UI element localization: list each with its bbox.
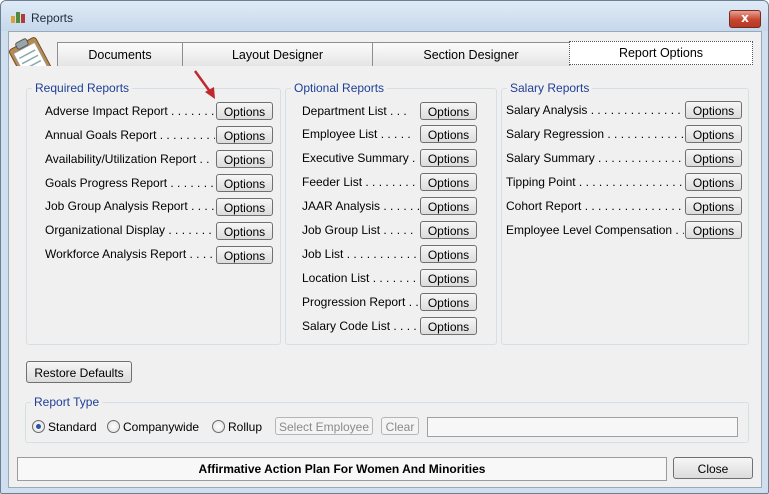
required-item-organizational-display: Organizational Display . . . . . . . . bbox=[45, 223, 215, 237]
employee-field[interactable] bbox=[427, 417, 738, 437]
optional-item-job-list: Job List . . . . . . . . . . . . bbox=[302, 247, 419, 261]
required-reports-title: Required Reports bbox=[35, 81, 130, 95]
options-button-employee-list[interactable]: Options bbox=[420, 125, 477, 143]
optional-reports-title: Optional Reports bbox=[294, 81, 385, 95]
title-bar: Reports x bbox=[1, 1, 768, 31]
required-item-annual-goals: Annual Goals Report . . . . . . . . . . bbox=[45, 128, 215, 142]
options-button-adverse-impact[interactable]: Options bbox=[216, 102, 273, 120]
salary-item-salary-summary: Salary Summary . . . . . . . . . . . . .… bbox=[506, 151, 684, 165]
standard-radio[interactable] bbox=[32, 420, 45, 433]
close-button[interactable]: Close bbox=[673, 457, 753, 479]
salary-item-employee-level-compensation: Employee Level Compensation . . bbox=[506, 223, 684, 237]
rollup-radio-label[interactable]: Rollup bbox=[228, 420, 262, 434]
companywide-radio-label[interactable]: Companywide bbox=[123, 420, 199, 434]
required-item-goals-progress: Goals Progress Report . . . . . . . . bbox=[45, 176, 215, 190]
options-button-job-list[interactable]: Options bbox=[420, 245, 477, 263]
status-bar-plan-name: Affirmative Action Plan For Women And Mi… bbox=[17, 457, 667, 481]
salary-item-salary-analysis: Salary Analysis . . . . . . . . . . . . … bbox=[506, 103, 684, 117]
tab-layout-designer[interactable]: Layout Designer bbox=[182, 42, 373, 67]
window-close-button[interactable]: x bbox=[729, 10, 761, 28]
required-item-job-group-analysis: Job Group Analysis Report . . . . bbox=[45, 199, 215, 213]
options-button-tipping-point[interactable]: Options bbox=[685, 173, 742, 191]
companywide-radio[interactable] bbox=[107, 420, 120, 433]
clear-button[interactable]: Clear bbox=[381, 417, 419, 435]
options-button-availability-utilization[interactable]: Options bbox=[216, 150, 273, 168]
required-item-availability-utilization: Availability/Utilization Report . . bbox=[45, 152, 210, 166]
options-button-department-list[interactable]: Options bbox=[420, 102, 477, 120]
salary-reports-title: Salary Reports bbox=[510, 81, 590, 95]
tab-report-options[interactable]: Report Options bbox=[569, 41, 753, 65]
reports-app-icon bbox=[11, 12, 25, 23]
optional-item-location-list: Location List . . . . . . . bbox=[302, 271, 417, 285]
standard-radio-label[interactable]: Standard bbox=[48, 420, 97, 434]
optional-item-executive-summary: Executive Summary . . bbox=[302, 151, 419, 165]
rollup-radio[interactable] bbox=[212, 420, 225, 433]
required-item-workforce-analysis: Workforce Analysis Report . . . . bbox=[45, 247, 213, 261]
select-employee-button[interactable]: Select Employee bbox=[275, 417, 373, 435]
options-button-salary-analysis[interactable]: Options bbox=[685, 101, 742, 119]
optional-item-job-group-list: Job Group List . . . . . bbox=[302, 223, 414, 237]
optional-item-employee-list: Employee List . . . . . bbox=[302, 127, 411, 141]
optional-item-jaar-analysis: JAAR Analysis . . . . . . bbox=[302, 199, 419, 213]
optional-item-feeder-list: Feeder List . . . . . . . . . bbox=[302, 175, 419, 189]
salary-item-tipping-point: Tipping Point . . . . . . . . . . . . . … bbox=[506, 175, 684, 189]
options-button-annual-goals[interactable]: Options bbox=[216, 126, 273, 144]
options-button-employee-level-compensation[interactable]: Options bbox=[685, 221, 742, 239]
salary-item-salary-regression: Salary Regression . . . . . . . . . . . … bbox=[506, 127, 684, 141]
optional-item-department-list: Department List . . . bbox=[302, 104, 407, 118]
options-button-organizational-display[interactable]: Options bbox=[216, 222, 273, 240]
reports-window: Reports x Documents Layout Designer Sect… bbox=[0, 0, 769, 494]
window-title: Reports bbox=[31, 11, 74, 25]
options-button-jaar-analysis[interactable]: Options bbox=[420, 197, 477, 215]
tab-documents[interactable]: Documents bbox=[57, 42, 183, 67]
required-item-adverse-impact: Adverse Impact Report . . . . . . . . . bbox=[45, 104, 215, 118]
pointer-arrow-icon bbox=[193, 70, 215, 99]
tab-section-designer[interactable]: Section Designer bbox=[372, 42, 570, 67]
restore-defaults-button[interactable]: Restore Defaults bbox=[26, 361, 132, 383]
options-button-job-group-list[interactable]: Options bbox=[420, 221, 477, 239]
options-button-location-list[interactable]: Options bbox=[420, 269, 477, 287]
options-button-executive-summary[interactable]: Options bbox=[420, 149, 477, 167]
options-button-salary-code-list[interactable]: Options bbox=[420, 317, 477, 335]
options-button-progression-report[interactable]: Options bbox=[420, 293, 477, 311]
options-button-job-group-analysis[interactable]: Options bbox=[216, 198, 273, 216]
options-button-cohort-report[interactable]: Options bbox=[685, 197, 742, 215]
optional-item-progression-report: Progression Report . . bbox=[302, 295, 419, 309]
report-type-title: Report Type bbox=[34, 395, 100, 409]
options-button-goals-progress[interactable]: Options bbox=[216, 174, 273, 192]
options-button-workforce-analysis[interactable]: Options bbox=[216, 246, 273, 264]
options-button-salary-regression[interactable]: Options bbox=[685, 125, 742, 143]
optional-item-salary-code-list: Salary Code List . . . . bbox=[302, 319, 417, 333]
salary-item-cohort-report: Cohort Report . . . . . . . . . . . . . … bbox=[506, 199, 684, 213]
options-button-salary-summary[interactable]: Options bbox=[685, 149, 742, 167]
options-button-feeder-list[interactable]: Options bbox=[420, 173, 477, 191]
